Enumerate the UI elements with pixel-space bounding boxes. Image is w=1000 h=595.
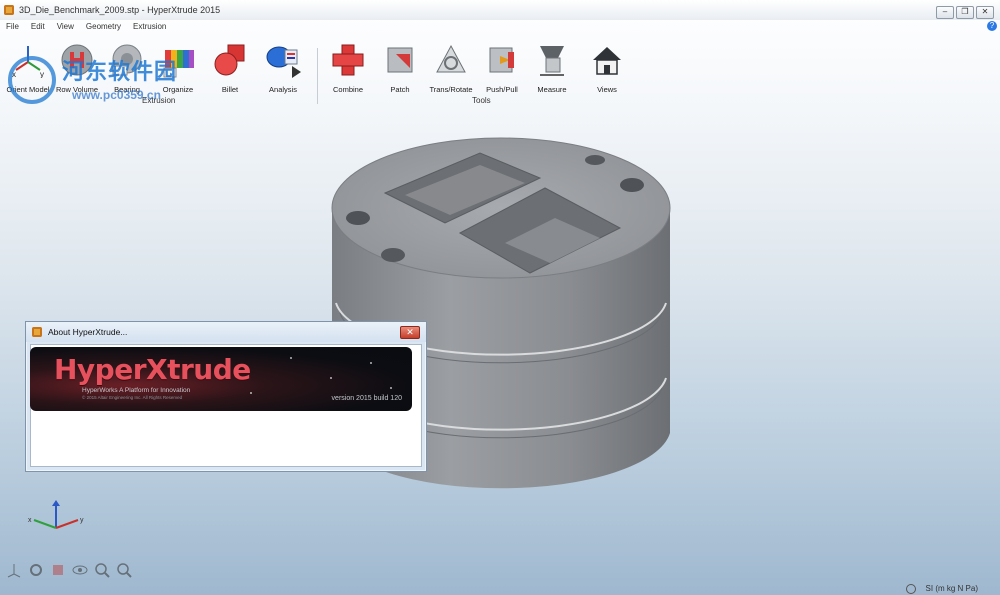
toolbar-separator xyxy=(317,48,318,104)
views-label: Views xyxy=(597,85,617,94)
about-dialog-titlebar[interactable]: About HyperXtrude... ✕ xyxy=(26,322,426,342)
window-controls: – ❐ ✕ xyxy=(936,6,994,19)
watermark-logo xyxy=(8,56,56,104)
svg-text:y: y xyxy=(80,517,84,524)
menu-geometry[interactable]: Geometry xyxy=(86,22,121,31)
title-bar: 3D_Die_Benchmark_2009.stp - HyperXtrude … xyxy=(0,0,1000,20)
box-icon[interactable] xyxy=(50,562,66,578)
about-dialog: About HyperXtrude... ✕ HyperXtrude Hyper… xyxy=(25,321,427,472)
zoom-in-icon[interactable] xyxy=(94,562,110,578)
product-tagline: HyperWorks A Platform for Innovation xyxy=(82,387,191,394)
app-icon xyxy=(4,5,14,15)
zoom-out-icon[interactable] xyxy=(116,562,132,578)
banner-star xyxy=(370,362,372,364)
tools-group-label: Tools xyxy=(472,96,491,105)
analysis-icon xyxy=(265,42,301,78)
menu-file[interactable]: File xyxy=(6,22,19,31)
patch-label: Patch xyxy=(390,85,410,94)
billet-icon xyxy=(212,42,248,78)
trans-rotate-button[interactable]: Trans/Rotate xyxy=(423,42,479,94)
copyright-text: © 2015 Altair Engineering Inc. All Right… xyxy=(82,395,183,400)
billet-button[interactable]: Billet xyxy=(202,42,258,94)
svg-text:x: x xyxy=(28,517,32,524)
combine-button[interactable]: Combine xyxy=(320,42,376,94)
patch-icon xyxy=(382,42,418,78)
product-name: HyperXtrude xyxy=(54,353,251,386)
close-button[interactable]: ✕ xyxy=(976,6,994,19)
views-icon xyxy=(589,42,625,78)
view-toolbar xyxy=(6,562,132,578)
measure-icon xyxy=(534,42,570,78)
push-pull-icon xyxy=(484,42,520,78)
analysis-label: Analysis xyxy=(269,85,297,94)
banner-star xyxy=(290,357,292,359)
measure-button[interactable]: Measure xyxy=(524,42,580,94)
ribbon-toolbar: x y Orient Model Row Volume Bearing Orga… xyxy=(0,38,1000,110)
minimize-button[interactable]: – xyxy=(936,6,954,19)
axis-icon[interactable] xyxy=(6,562,22,578)
trans-rotate-label: Trans/Rotate xyxy=(429,85,473,94)
product-banner: HyperXtrude HyperWorks A Platform for In… xyxy=(30,347,412,411)
restore-button[interactable]: ❐ xyxy=(956,6,974,19)
trans-rotate-icon xyxy=(433,42,469,78)
help-icon[interactable]: ? xyxy=(987,21,997,31)
menu-edit[interactable]: Edit xyxy=(31,22,45,31)
patch-button[interactable]: Patch xyxy=(372,42,428,94)
push-pull-button[interactable]: Push/Pull xyxy=(474,42,530,94)
units-label[interactable]: SI (m kg N Pa) xyxy=(926,584,978,593)
banner-star xyxy=(250,392,252,394)
crosshair-icon[interactable] xyxy=(906,584,916,594)
banner-star xyxy=(330,377,332,379)
banner-star xyxy=(390,387,392,389)
app-icon xyxy=(32,327,42,337)
window-title: 3D_Die_Benchmark_2009.stp - HyperXtrude … xyxy=(19,5,221,15)
watermark-url: www.pc0359.cn xyxy=(72,88,161,102)
push-pull-label: Push/Pull xyxy=(486,85,518,94)
menu-bar: File Edit View Geometry Extrusion xyxy=(0,20,1000,33)
close-button[interactable]: ✕ xyxy=(400,326,420,339)
version-text: version 2015 build 120 xyxy=(331,395,402,402)
watermark-text: 河东软件园 xyxy=(62,60,178,85)
axis-triad: x y xyxy=(28,500,88,536)
gear-icon[interactable] xyxy=(28,562,44,578)
analysis-button[interactable]: Analysis xyxy=(255,42,311,94)
combine-label: Combine xyxy=(332,85,363,94)
about-dialog-title: About HyperXtrude... xyxy=(48,327,128,337)
billet-label: Billet xyxy=(221,85,239,94)
menu-extrusion[interactable]: Extrusion xyxy=(133,22,166,31)
measure-label: Measure xyxy=(537,85,567,94)
combine-icon xyxy=(330,42,366,78)
eye-icon[interactable] xyxy=(72,562,88,578)
views-button[interactable]: Views xyxy=(579,42,635,94)
menu-view[interactable]: View xyxy=(57,22,74,31)
